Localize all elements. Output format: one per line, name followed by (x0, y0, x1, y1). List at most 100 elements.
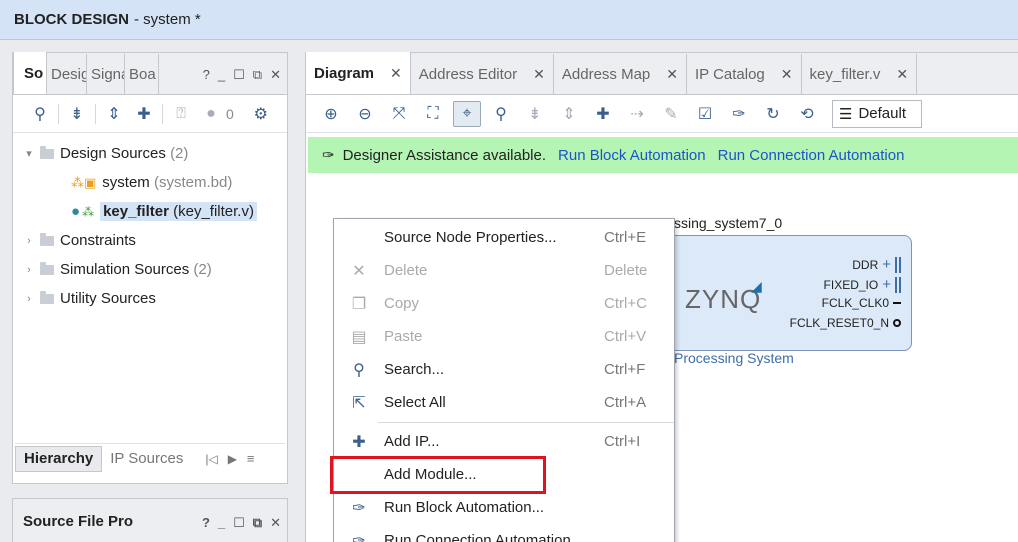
help-icon[interactable]: ? (202, 515, 210, 531)
chevron-right-icon[interactable]: › (23, 293, 35, 305)
float-icon[interactable]: ⧉ (253, 67, 262, 83)
collapse-all-icon[interactable]: ⇟ (62, 101, 92, 127)
port-fixed-io[interactable]: FIXED_IO + (824, 276, 901, 293)
wrench-icon[interactable]: ✎ (654, 101, 688, 127)
tree-label: system (102, 174, 150, 191)
tab-board[interactable]: Boa (125, 54, 159, 94)
zynq-logo-mark-icon: ◢ (751, 278, 762, 294)
search-icon[interactable]: ⚲ (25, 101, 55, 127)
info-icon[interactable]: ⍰ (166, 101, 196, 127)
expand-all-icon[interactable]: ⇕ (99, 101, 129, 127)
menu-separator (378, 422, 674, 423)
menu-label: Search... (384, 361, 445, 378)
tree-node-constraints[interactable]: › Constraints (13, 226, 287, 255)
minimize-icon[interactable]: _ (218, 515, 225, 531)
maximize-icon[interactable]: ☐ (233, 515, 245, 531)
add-icon[interactable]: ✚ (129, 101, 159, 127)
folder-icon (40, 261, 54, 275)
close-icon[interactable]: ✕ (270, 67, 281, 83)
expand-icon[interactable]: ⇕ (552, 101, 586, 127)
run-block-automation-link[interactable]: Run Block Automation (558, 147, 706, 164)
tree-node-key-filter[interactable]: ● ⁂ key_filter (key_filter.v) (13, 197, 287, 226)
tree-node-design-sources[interactable]: ▾ Design Sources (2) (13, 139, 287, 168)
hierarchy-icon: ⁂ (82, 204, 95, 219)
menu-item-paste[interactable]: ▤ Paste Ctrl+V (334, 320, 674, 353)
properties-header: Source File Pro ? _ ☐ ⧉ ✕ (13, 499, 287, 542)
chevron-right-icon[interactable]: › (23, 264, 35, 276)
tab-scroll-left-icon[interactable]: |◁ (205, 452, 217, 466)
close-icon[interactable]: ✕ (390, 65, 402, 82)
pin-icon: ✑ (322, 147, 335, 164)
tab-hierarchy[interactable]: Hierarchy (15, 445, 103, 472)
gear-icon[interactable]: ⚙ (246, 101, 276, 127)
zoom-fit-icon[interactable]: ⤧ (382, 101, 416, 127)
tab-scroll-right-icon[interactable]: ▶ (228, 452, 237, 466)
minimize-icon[interactable]: _ (218, 67, 225, 83)
sources-bottom-tabs: Hierarchy IP Sources |◁ ▶ ≡ (15, 443, 285, 473)
menu-item-run-connection-automation[interactable]: ✑ Run Connection Automation (334, 524, 674, 542)
regenerate-layout-icon[interactable]: ⟲ (790, 101, 824, 127)
refresh-icon[interactable]: ↻ (756, 101, 790, 127)
maximize-icon[interactable]: ☐ (233, 67, 245, 83)
tab-key-filter-v[interactable]: key_filter.v ✕ (802, 54, 918, 94)
tab-diagram[interactable]: Diagram ✕ (306, 52, 411, 94)
assist-text: Designer Assistance available. (342, 146, 547, 164)
menu-item-copy[interactable]: ❐ Copy Ctrl+C (334, 287, 674, 320)
search-icon[interactable]: ⚲ (484, 101, 518, 127)
search-icon: ⚲ (353, 361, 365, 379)
close-icon[interactable]: ✕ (896, 66, 908, 83)
tree-node-utility-sources[interactable]: › Utility Sources (13, 284, 287, 313)
zoom-area-icon[interactable]: ⛶ (416, 101, 450, 127)
add-ip-icon[interactable]: ✚ (586, 101, 620, 127)
pin-icon[interactable]: ✑ (722, 101, 756, 127)
view-select[interactable]: ☰ Default (832, 99, 922, 128)
route-icon[interactable]: ⇢ (620, 101, 654, 127)
menu-label: Paste (384, 328, 423, 345)
menu-item-source-node-properties[interactable]: Source Node Properties... Ctrl+E (334, 221, 674, 254)
toolbar-separator (58, 103, 59, 124)
tab-design[interactable]: Desig (47, 54, 87, 94)
menu-label: Add IP... (384, 433, 440, 450)
chevron-right-icon[interactable]: › (23, 235, 35, 247)
sources-tree: ▾ Design Sources (2) ⁂▣ system (system.b… (13, 133, 287, 313)
close-icon[interactable]: ✕ (533, 66, 545, 83)
tab-ip-sources[interactable]: IP Sources (102, 446, 191, 472)
close-icon[interactable]: ✕ (270, 515, 281, 531)
tree-node-simulation-sources[interactable]: › Simulation Sources (2) (13, 255, 287, 284)
zynq-processing-system-block[interactable]: ZYNQ ◢ DDR + FIXED_IO + FCLK_CLK0 FCLK_RES… (666, 235, 912, 351)
tab-sources[interactable]: So (13, 52, 47, 94)
tab-signals[interactable]: Signa (87, 54, 125, 94)
auto-fit-selection-icon[interactable]: ⌖ (453, 100, 481, 127)
float-icon[interactable]: ⧉ (253, 515, 262, 531)
status-count: 0 (226, 105, 234, 122)
run-connection-automation-link[interactable]: Run Connection Automation (718, 147, 905, 164)
tab-ip-catalog[interactable]: IP Catalog ✕ (687, 54, 802, 94)
expand-port-icon[interactable]: + (882, 276, 891, 293)
tab-menu-icon[interactable]: ≡ (247, 451, 255, 466)
close-icon[interactable]: ✕ (666, 66, 678, 83)
menu-item-run-block-automation[interactable]: ✑ Run Block Automation... (334, 491, 674, 524)
expand-port-icon[interactable]: + (882, 256, 891, 273)
menu-item-delete[interactable]: ✕ Delete Delete (334, 254, 674, 287)
port-label: FCLK_RESET0_N (789, 316, 889, 330)
menu-item-search[interactable]: ⚲ Search... Ctrl+F (334, 353, 674, 386)
port-ddr[interactable]: DDR + (852, 256, 901, 273)
zoom-in-icon[interactable]: ⊕ (314, 101, 348, 127)
tab-address-map[interactable]: Address Map ✕ (554, 54, 687, 94)
menu-item-select-all[interactable]: ⇱ Select All Ctrl+A (334, 386, 674, 419)
zoom-out-icon[interactable]: ⊖ (348, 101, 382, 127)
window-title: BLOCK DESIGN (14, 11, 130, 28)
help-icon[interactable]: ? (203, 67, 210, 83)
chevron-down-icon[interactable]: ▾ (23, 147, 35, 160)
source-file-properties-panel: Source File Pro ? _ ☐ ⧉ ✕ (12, 498, 288, 542)
tree-count: (2) (170, 145, 189, 162)
tab-address-editor[interactable]: Address Editor ✕ (411, 54, 554, 94)
port-fclk-reset0-n[interactable]: FCLK_RESET0_N (790, 316, 901, 330)
tree-node-system[interactable]: ⁂▣ system (system.bd) (13, 168, 287, 197)
close-icon[interactable]: ✕ (781, 66, 793, 83)
collapse-icon[interactable]: ⇟ (518, 101, 552, 127)
inverted-pin-icon (893, 319, 901, 327)
port-fclk-clk0[interactable]: FCLK_CLK0 (822, 296, 901, 310)
menu-item-add-ip[interactable]: ✚ Add IP... Ctrl+I (334, 425, 674, 458)
validate-icon[interactable]: ☑ (688, 101, 722, 127)
